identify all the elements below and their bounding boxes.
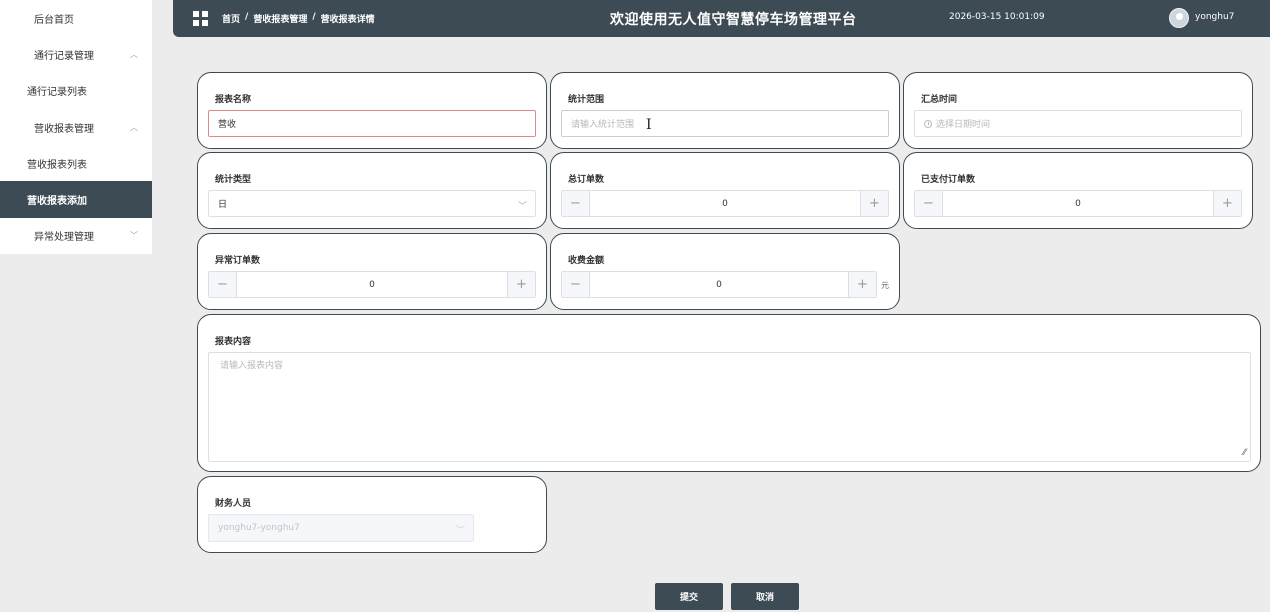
stat-type-label: 统计类型 [215,175,252,185]
finance-staff-select: yonghu7-yonghu7 ﹀ [208,514,474,542]
stat-range-input[interactable]: 请输入统计范围 [561,110,889,137]
abnormal-orders-card: 异常订单数 − 0 + [197,233,547,310]
increment-button[interactable]: + [507,272,535,297]
sidebar-item-home[interactable]: 后台首页 [0,0,152,36]
sidebar-item-revenue-reports[interactable]: 营收报表管理 ︿ [0,109,152,145]
sidebar-item-label: 通行记录管理 [34,50,94,62]
decrement-button[interactable]: − [562,272,590,297]
site-title: 欢迎使用无人值守智慧停车场管理平台 [610,12,857,28]
paid-orders-card: 已支付订单数 − 0 + [903,152,1253,229]
chevron-up-icon: ︿ [130,49,138,59]
chevron-down-icon: ﹀ [455,526,465,536]
stat-type-card: 统计类型 日 ﹀ [197,152,547,229]
top-header: 首页 / 营收报表管理 / 营收报表详情 欢迎使用无人值守智慧停车场管理平台 2… [173,0,1270,37]
decrement-button[interactable]: − [915,191,943,216]
breadcrumb-separator: / [245,12,249,22]
paid-orders-value[interactable]: 0 [943,199,1213,209]
breadcrumb-home[interactable]: 首页 [222,12,240,25]
stat-range-card: 统计范围 请输入统计范围 [550,72,900,149]
report-content-placeholder: 请输入报表内容 [220,361,284,371]
sidebar-item-label: 营收报表管理 [34,123,94,135]
charge-amount-label: 收费金额 [568,256,605,266]
current-datetime: 2026-03-15 10:01:09 [949,12,1045,22]
submit-button[interactable]: 提交 [655,583,723,610]
paid-orders-stepper[interactable]: − 0 + [914,190,1242,217]
summary-time-picker[interactable]: 选择日期时间 [914,110,1242,137]
breadcrumb: 首页 / 营收报表管理 / 营收报表详情 [222,12,375,25]
total-orders-card: 总订单数 − 0 + [550,152,900,229]
sidebar-item-revenue-report-list[interactable]: 营收报表列表 [0,145,152,181]
increment-button[interactable]: + [1213,191,1241,216]
sidebar-item-revenue-report-add[interactable]: 营收报表添加 [0,181,152,218]
report-name-card: 报表名称 营收 [197,72,547,149]
sidebar-item-access-record-list[interactable]: 通行记录列表 [0,73,152,109]
grid-menu-icon[interactable] [193,11,208,26]
sidebar-item-exception-handling[interactable]: 异常处理管理 ﹀ [0,218,152,254]
sidebar-item-label: 营收报表列表 [27,159,87,171]
finance-staff-label: 财务人员 [215,499,252,509]
charge-amount-card: 收费金额 − 0 + 元 [550,233,900,310]
stat-range-placeholder: 请输入统计范围 [571,120,635,130]
stat-range-label: 统计范围 [568,95,605,105]
chevron-down-icon: ﹀ [517,202,527,212]
report-content-label: 报表内容 [215,337,252,347]
summary-time-label: 汇总时间 [921,95,958,105]
text-cursor-icon: I [646,117,652,133]
abnormal-orders-stepper[interactable]: − 0 + [208,271,536,298]
chevron-down-icon: ﹀ [130,231,138,241]
finance-staff-value: yonghu7-yonghu7 [218,523,300,533]
breadcrumb-current: 营收报表详情 [320,15,375,25]
charge-amount-value[interactable]: 0 [590,280,848,290]
abnormal-orders-label: 异常订单数 [215,256,261,266]
finance-staff-card: 财务人员 yonghu7-yonghu7 ﹀ [197,476,547,553]
paid-orders-label: 已支付订单数 [921,175,976,185]
sidebar: 后台首页 通行记录管理 ︿ 通行记录列表 营收报表管理 ︿ 营收报表列表 营收报表添… [0,0,152,254]
stat-type-select[interactable]: 日 ﹀ [208,190,536,217]
sidebar-item-label: 后台首页 [34,14,74,26]
chevron-up-icon: ︿ [130,122,138,132]
sidebar-item-label: 通行记录列表 [27,87,87,99]
charge-amount-stepper[interactable]: − 0 + [561,271,877,298]
currency-unit: 元 [881,281,889,290]
report-name-label: 报表名称 [215,95,252,105]
decrement-button[interactable]: − [209,272,237,297]
cancel-button[interactable]: 取消 [731,583,799,610]
abnormal-orders-value[interactable]: 0 [237,280,507,290]
total-orders-label: 总订单数 [568,175,605,185]
breadcrumb-separator: / [312,12,316,22]
username[interactable]: yonghu7 [1195,12,1234,22]
increment-button[interactable]: + [848,272,876,297]
clock-icon [924,119,932,128]
sidebar-item-label: 营收报表添加 [27,196,87,208]
total-orders-value[interactable]: 0 [590,199,860,209]
decrement-button[interactable]: − [562,191,590,216]
total-orders-stepper[interactable]: − 0 + [561,190,889,217]
summary-time-card: 汇总时间 选择日期时间 [903,72,1253,149]
increment-button[interactable]: + [860,191,888,216]
resize-handle-icon[interactable]: ⁄⁄ [1243,448,1246,458]
sidebar-item-access-records[interactable]: 通行记录管理 ︿ [0,36,152,72]
stat-type-value: 日 [218,200,228,210]
summary-time-placeholder: 选择日期时间 [936,120,991,130]
report-name-input[interactable]: 营收 [208,110,536,137]
report-content-textarea[interactable]: 请输入报表内容 ⁄⁄ [208,352,1251,462]
report-name-value: 营收 [218,120,237,130]
breadcrumb-revenue-reports[interactable]: 营收报表管理 [253,12,307,25]
avatar[interactable] [1169,8,1189,28]
sidebar-item-label: 异常处理管理 [34,232,94,244]
report-content-card: 报表内容 请输入报表内容 ⁄⁄ [197,314,1261,472]
